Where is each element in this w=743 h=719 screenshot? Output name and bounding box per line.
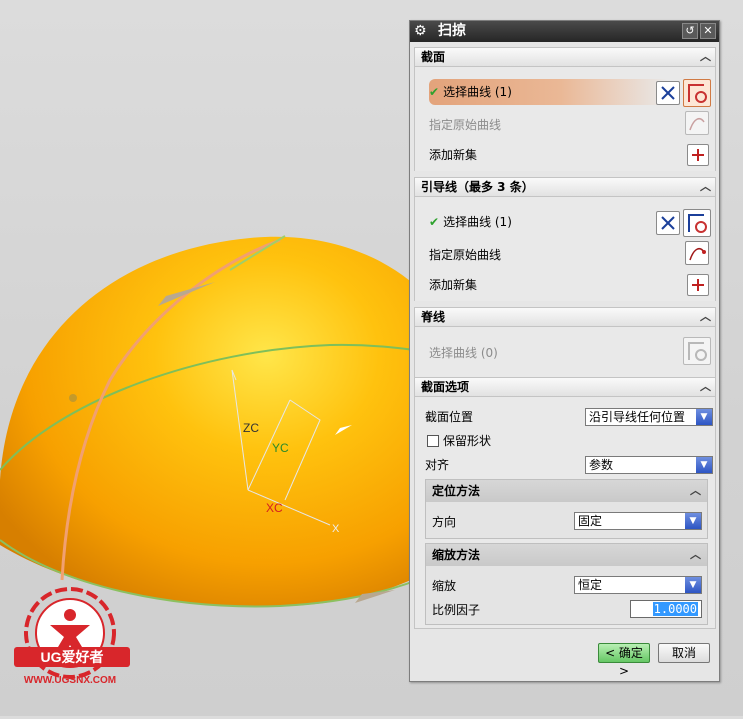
section-guide-title: 引导线（最多 3 条）	[421, 180, 534, 194]
axis-zc-label: ZC	[243, 421, 259, 435]
scaling-method-panel: 缩放方法 ︿ 缩放 恒定 ▼ 比例因子 1.0000	[425, 543, 708, 625]
chevron-down-icon[interactable]: ▼	[685, 513, 701, 529]
dialog-titlebar[interactable]: ⚙ 扫掠 ↺ ✕	[410, 21, 719, 42]
section-body-options: 截面位置 沿引导线任何位置 ▼ 保留形状 对齐 参数 ▼ 定位方法 ︿ 方向 固…	[414, 397, 716, 629]
chevron-up-icon[interactable]: ︿	[690, 480, 701, 502]
direction-select[interactable]: 固定 ▼	[574, 512, 702, 530]
scale-select[interactable]: 恒定 ▼	[574, 576, 702, 594]
curve-point[interactable]	[69, 394, 77, 402]
select-curve-icon[interactable]	[683, 209, 711, 237]
logo-brand-text: UG爱好者	[41, 649, 104, 665]
scaling-method-title: 缩放方法	[432, 548, 481, 562]
section-specify-original-label: 指定原始曲线	[429, 118, 502, 132]
section-header-spine[interactable]: 脊线 ︿	[414, 307, 716, 327]
dialog-title: 扫掠	[438, 23, 466, 39]
guide-select-curve-row[interactable]: ✔ 选择曲线 (1)	[429, 214, 512, 230]
section-position-value: 沿引导线任何位置	[589, 410, 686, 424]
direction-label: 方向	[432, 515, 457, 529]
section-spine-title: 脊线	[421, 310, 446, 324]
chevron-up-icon[interactable]: ︿	[700, 378, 711, 396]
original-curve-icon[interactable]	[685, 111, 709, 135]
section-header-options[interactable]: 截面选项 ︿	[414, 377, 716, 397]
chevron-up-icon[interactable]: ︿	[690, 544, 701, 566]
chevron-down-icon[interactable]: ▼	[685, 577, 701, 593]
chevron-up-icon[interactable]: ︿	[700, 178, 711, 196]
ugsnx-logo: UG爱好者 WWW.UGSNX.COM	[8, 585, 136, 705]
logo-url-text: WWW.UGSNX.COM	[24, 675, 116, 686]
section-select-curve-row[interactable]: ✔ 选择曲线 (1)	[429, 84, 512, 100]
chevron-down-icon[interactable]: ▼	[696, 409, 712, 425]
select-curve-icon[interactable]	[683, 79, 711, 107]
scale-value: 恒定	[578, 578, 603, 592]
checkmark-icon: ✔	[429, 215, 440, 229]
section-position-select[interactable]: 沿引导线任何位置 ▼	[585, 408, 713, 426]
guide-specify-original-label: 指定原始曲线	[429, 248, 502, 262]
preserve-shape-checkbox[interactable]	[427, 435, 439, 447]
reset-icon[interactable]: ↺	[682, 23, 698, 39]
original-curve-icon[interactable]	[685, 241, 709, 265]
section-curve-title: 截面	[421, 50, 446, 64]
section-body-guide: ✔ 选择曲线 (1) 指定原始曲线 添加新集	[414, 197, 716, 301]
orientation-method-title: 定位方法	[432, 484, 481, 498]
section-position-label: 截面位置	[425, 410, 474, 424]
curve-rule-icon[interactable]	[656, 211, 680, 235]
section-header-guide[interactable]: 引导线（最多 3 条） ︿	[414, 177, 716, 197]
ok-button[interactable]: < 确定 >	[598, 643, 650, 678]
align-select[interactable]: 参数 ▼	[585, 456, 713, 474]
orientation-method-panel: 定位方法 ︿ 方向 固定 ▼	[425, 479, 708, 539]
add-set-icon[interactable]	[687, 274, 709, 296]
axis-x-label: X	[332, 523, 340, 535]
section-options-title: 截面选项	[421, 380, 470, 394]
cancel-button[interactable]: 取消	[658, 643, 710, 663]
axis-xc-label: XC	[266, 501, 283, 515]
close-icon[interactable]: ✕	[700, 23, 716, 39]
curve-rule-icon[interactable]	[656, 81, 680, 105]
align-value: 参数	[589, 458, 614, 472]
section-header-curve[interactable]: 截面 ︿	[414, 47, 716, 67]
select-curve-icon[interactable]	[683, 337, 711, 365]
guide-add-new-set-label[interactable]: 添加新集	[429, 277, 477, 293]
chevron-up-icon[interactable]: ︿	[700, 48, 711, 66]
chevron-down-icon[interactable]: ▼	[696, 457, 712, 473]
section-select-curve-label: 选择曲线 (1)	[443, 85, 512, 99]
scale-factor-input[interactable]: 1.0000	[630, 600, 702, 618]
guide-select-curve-label: 选择曲线 (1)	[443, 215, 512, 229]
direction-value: 固定	[578, 514, 603, 528]
gear-icon[interactable]: ⚙	[414, 23, 427, 39]
scale-label: 缩放	[432, 579, 457, 593]
orientation-method-header[interactable]: 定位方法 ︿	[426, 480, 707, 502]
checkmark-icon: ✔	[429, 85, 440, 99]
section-add-new-set-label[interactable]: 添加新集	[429, 147, 477, 163]
chevron-up-icon[interactable]: ︿	[700, 308, 711, 326]
scaling-method-header[interactable]: 缩放方法 ︿	[426, 544, 707, 566]
scale-factor-label: 比例因子	[432, 603, 481, 617]
preserve-shape-label[interactable]: 保留形状	[443, 433, 491, 449]
sweep-dialog[interactable]: ⚙ 扫掠 ↺ ✕ 截面 ︿ ✔ 选择曲线 (1) 指定原始曲线 添加新集 引导线（…	[409, 20, 720, 682]
axis-yc-label: YC	[272, 441, 289, 455]
section-body-spine: 选择曲线 (0)	[414, 327, 716, 377]
spine-select-curve-label: 选择曲线 (0)	[429, 346, 498, 360]
align-label: 对齐	[425, 458, 450, 472]
section-body-curve: ✔ 选择曲线 (1) 指定原始曲线 添加新集	[414, 67, 716, 171]
add-set-icon[interactable]	[687, 144, 709, 166]
scale-factor-value: 1.0000	[652, 602, 698, 616]
